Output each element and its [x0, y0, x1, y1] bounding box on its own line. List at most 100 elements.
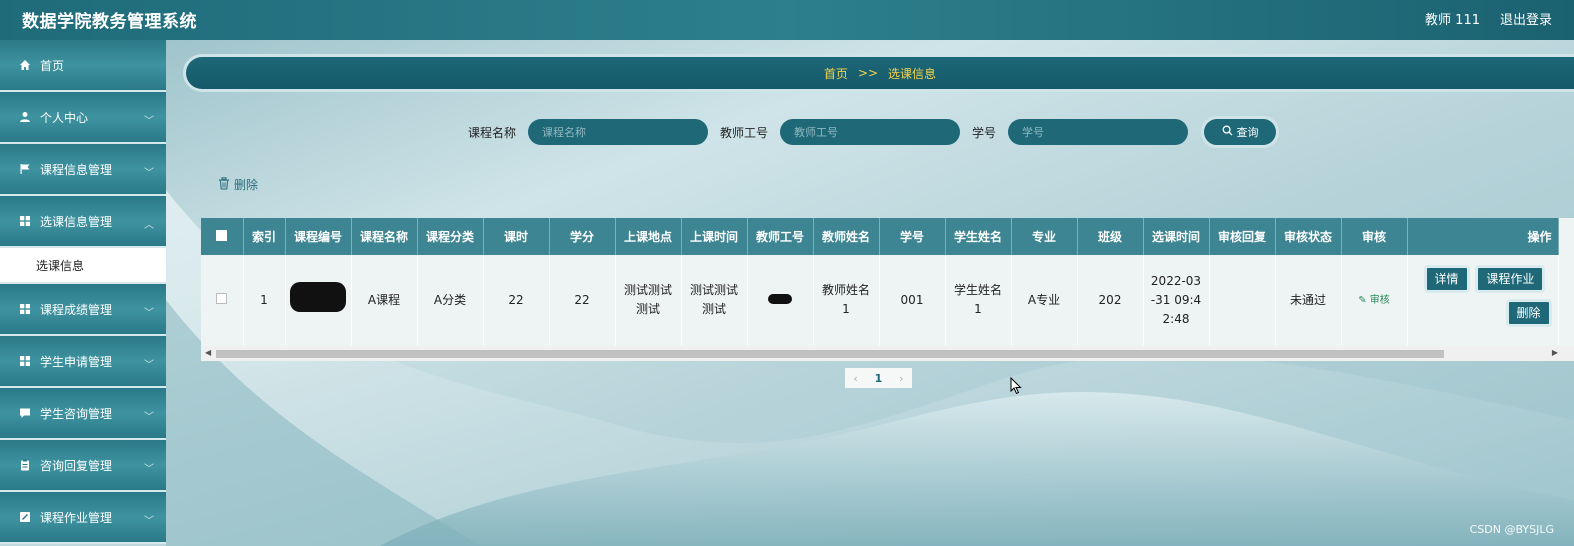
audit-status-cell: 未通过: [1275, 255, 1342, 345]
sidebar-item-course-selection[interactable]: 选课信息管理 ︿: [0, 196, 166, 248]
column-header: 审核状态: [1275, 218, 1342, 255]
horizontal-scrollbar[interactable]: ◀ ▶: [201, 346, 1574, 361]
column-header: 审核: [1341, 218, 1408, 255]
grid-icon: [18, 214, 32, 228]
student-id-input[interactable]: [1008, 119, 1188, 145]
sidebar-item-course-homework[interactable]: 课程作业管理 ﹀: [0, 492, 166, 544]
grid-icon: [18, 354, 32, 368]
audit-button-label: 审核: [1369, 295, 1390, 306]
audit-reply-cell: [1209, 255, 1276, 345]
home-icon: [18, 58, 32, 72]
column-header: 课时: [483, 218, 550, 255]
sidebar-item-label: 课程作业管理: [40, 510, 113, 525]
scrollbar-thumb[interactable]: [216, 350, 1444, 358]
chevron-down-icon: ﹀: [144, 116, 154, 127]
chevron-down-icon: ﹀: [144, 308, 154, 319]
course-name-cell: A课程: [351, 255, 418, 345]
breadcrumb-home-link[interactable]: 首页: [824, 65, 848, 82]
breadcrumb-separator: >>: [857, 66, 879, 80]
teacher-id-input[interactable]: [780, 119, 960, 145]
sidebar-item-personal-center[interactable]: 个人中心 ﹀: [0, 92, 166, 144]
edit-icon: ✎: [1358, 295, 1367, 306]
student-id-cell: 001: [879, 255, 946, 345]
sidebar-item-home[interactable]: 首页: [0, 40, 166, 92]
watermark: CSDN @BYSJLG: [1469, 523, 1554, 536]
location-cell: 测试测试测试: [615, 255, 682, 345]
scroll-right-arrow-icon[interactable]: ▶: [1552, 348, 1558, 357]
select-all-checkbox[interactable]: [216, 229, 228, 241]
audit-button[interactable]: ✎ 审核: [1358, 295, 1390, 306]
course-name-label: 课程名称: [468, 126, 517, 140]
grid-icon: [18, 302, 32, 316]
sidebar: 首页 个人中心 ﹀ 课程信息管理 ﹀ 选课信息管理 ︿ 选课信息 课程成绩管理 …: [0, 40, 166, 546]
column-header: 班级: [1077, 218, 1144, 255]
page-number[interactable]: 1: [875, 372, 883, 385]
prev-page-icon[interactable]: ‹: [853, 372, 857, 385]
major-cell: A专业: [1011, 255, 1078, 345]
column-header: 操作: [1407, 218, 1559, 255]
batch-delete-label: 删除: [234, 178, 259, 192]
sidebar-item-student-applications[interactable]: 学生申请管理 ﹀: [0, 336, 166, 388]
sidebar-item-label: 学生申请管理: [40, 354, 113, 369]
row-select-cell: [201, 255, 244, 345]
chevron-down-icon: ﹀: [144, 168, 154, 179]
column-header: 学号: [879, 218, 946, 255]
column-header: 选课时间: [1143, 218, 1210, 255]
select-time-cell: 2022-03-31 09:42:48: [1143, 255, 1210, 345]
batch-delete-button[interactable]: 删除: [218, 176, 258, 193]
column-header: 专业: [1011, 218, 1078, 255]
pagination: ‹ 1 ›: [845, 368, 912, 388]
breadcrumb: 首页 >> 选课信息: [183, 54, 1574, 92]
sidebar-item-course-grades[interactable]: 课程成绩管理 ﹀: [0, 284, 166, 336]
student-id-label: 学号: [972, 126, 997, 140]
course-name-input[interactable]: [528, 119, 708, 145]
hours-cell: 22: [483, 255, 550, 345]
category-cell: A分类: [417, 255, 484, 345]
column-header: 上课时间: [681, 218, 748, 255]
sidebar-item-label: 课程信息管理: [40, 162, 113, 177]
column-header: 审核回复: [1209, 218, 1276, 255]
actions-cell: 详情 课程作业 删除: [1407, 255, 1559, 345]
homework-button[interactable]: 课程作业: [1475, 265, 1546, 293]
redacted-mark: [290, 282, 346, 312]
row-delete-button[interactable]: 删除: [1505, 299, 1552, 327]
table-row: 1 A课程 A分类 22 22 测试测试测试 测试测试测试 教师姓名1 001 …: [201, 255, 1559, 345]
sidebar-item-label: 学生咨询管理: [40, 406, 113, 421]
app-title: 数据学院教务管理系统: [22, 12, 197, 32]
column-header: 课程名称: [351, 218, 418, 255]
audit-cell: ✎ 审核: [1341, 255, 1408, 345]
column-header: 上课地点: [615, 218, 682, 255]
chat-icon: [18, 406, 32, 420]
query-button-label: 查询: [1236, 126, 1259, 139]
column-header: 教师工号: [747, 218, 814, 255]
sidebar-item-label: 个人中心: [40, 110, 89, 125]
column-header: 教师姓名: [813, 218, 880, 255]
trash-icon: [218, 176, 230, 193]
class-cell: 202: [1077, 255, 1144, 345]
column-header: 索引: [243, 218, 286, 255]
submenu-item-course-selection-info[interactable]: 选课信息: [0, 248, 166, 284]
row-checkbox[interactable]: [216, 292, 228, 304]
sidebar-item-course-info[interactable]: 课程信息管理 ﹀: [0, 144, 166, 196]
teacher-id-label: 教师工号: [720, 126, 769, 140]
logout-button[interactable]: 退出登录: [1500, 9, 1552, 28]
sidebar-item-consultation-reply[interactable]: 咨询回复管理 ﹀: [0, 440, 166, 492]
chevron-down-icon: ︿: [144, 220, 154, 231]
scroll-left-arrow-icon[interactable]: ◀: [205, 348, 211, 357]
chevron-down-icon: ﹀: [144, 360, 154, 371]
sidebar-item-label: 选课信息管理: [40, 214, 113, 229]
chevron-down-icon: ﹀: [144, 516, 154, 527]
query-button[interactable]: 查询: [1201, 116, 1279, 148]
user-icon: [18, 110, 32, 124]
next-page-icon[interactable]: ›: [899, 372, 903, 385]
teacher-name-cell: 教师姓名1: [813, 255, 880, 345]
column-header: 课程编号: [285, 218, 352, 255]
mouse-cursor-icon: [1010, 376, 1022, 398]
sidebar-item-student-consultation[interactable]: 学生咨询管理 ﹀: [0, 388, 166, 440]
detail-button[interactable]: 详情: [1423, 265, 1470, 293]
search-icon: [1222, 125, 1233, 139]
flag-icon: [18, 162, 32, 176]
credit-cell: 22: [549, 255, 616, 345]
current-user: 教师 111: [1425, 13, 1480, 28]
redacted-mark: [768, 293, 792, 304]
